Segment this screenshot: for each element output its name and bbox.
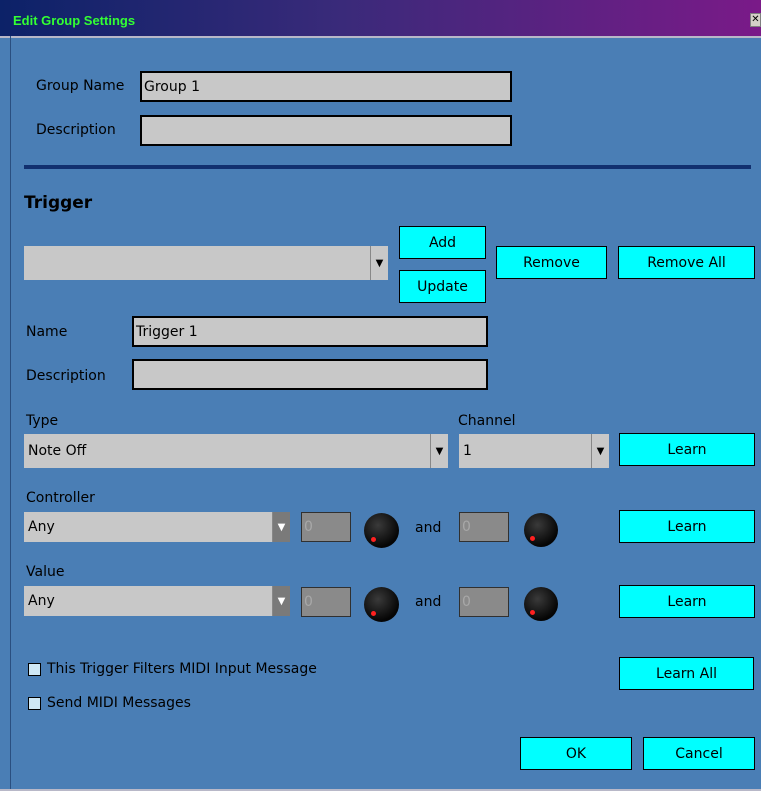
send-midi-checkbox[interactable] (28, 697, 41, 710)
learn-all-button[interactable]: Learn All (619, 657, 754, 690)
channel-learn-button[interactable]: Learn (619, 433, 755, 466)
value-min-knob-icon[interactable] (364, 587, 399, 622)
controller-max-input[interactable]: 0 (459, 512, 509, 542)
section-divider (24, 165, 751, 169)
value-label: Value (26, 564, 65, 580)
group-name-input[interactable]: Group 1 (140, 71, 512, 102)
chevron-down-icon[interactable]: ▼ (272, 512, 290, 542)
chevron-down-icon[interactable]: ▼ (370, 246, 388, 280)
channel-select[interactable]: 1 ▼ (459, 434, 609, 468)
value-max-knob-icon[interactable] (524, 587, 558, 621)
remove-all-button[interactable]: Remove All (618, 246, 755, 279)
controller-learn-button[interactable]: Learn (619, 510, 755, 543)
remove-button[interactable]: Remove (496, 246, 607, 279)
controller-min-input[interactable]: 0 (301, 512, 351, 542)
window-title: Edit Group Settings (13, 13, 136, 28)
value-select-value: Any (28, 593, 55, 609)
group-description-input[interactable] (140, 115, 512, 146)
value-and-label: and (415, 594, 442, 610)
value-max-input[interactable]: 0 (459, 587, 509, 617)
controller-select-value: Any (28, 519, 55, 535)
add-button[interactable]: Add (399, 226, 486, 259)
trigger-description-input[interactable] (132, 359, 488, 390)
filter-midi-checkbox[interactable] (28, 663, 41, 676)
trigger-select[interactable]: ▼ (24, 246, 388, 280)
controller-min-knob-icon[interactable] (364, 513, 399, 548)
trigger-name-label: Name (26, 324, 68, 340)
chevron-down-icon[interactable]: ▼ (591, 434, 609, 468)
frame-top (0, 36, 761, 38)
channel-label: Channel (458, 413, 516, 429)
frame-left (10, 36, 11, 791)
controller-label: Controller (26, 490, 95, 506)
type-select[interactable]: Note Off ▼ (24, 434, 448, 468)
close-icon[interactable]: ✕ (750, 13, 761, 27)
controller-max-knob-icon[interactable] (524, 513, 558, 547)
trigger-name-input[interactable]: Trigger 1 (132, 316, 488, 347)
value-select[interactable]: Any ▼ (24, 586, 290, 616)
cancel-button[interactable]: Cancel (643, 737, 755, 770)
value-learn-button[interactable]: Learn (619, 585, 755, 618)
update-button[interactable]: Update (399, 270, 486, 303)
chevron-down-icon[interactable]: ▼ (272, 586, 290, 616)
trigger-section-title: Trigger (24, 193, 93, 213)
knob-indicator (371, 611, 376, 616)
trigger-description-label: Description (26, 368, 106, 384)
knob-indicator (371, 537, 376, 542)
chevron-down-icon[interactable]: ▼ (430, 434, 448, 468)
group-description-label: Description (36, 122, 116, 138)
type-select-value: Note Off (28, 443, 87, 459)
filter-midi-checkbox-label[interactable]: This Trigger Filters MIDI Input Message (47, 661, 317, 677)
send-midi-checkbox-label[interactable]: Send MIDI Messages (47, 695, 191, 711)
ok-button[interactable]: OK (520, 737, 632, 770)
controller-select[interactable]: Any ▼ (24, 512, 290, 542)
group-name-label: Group Name (36, 78, 125, 94)
value-min-input[interactable]: 0 (301, 587, 351, 617)
type-label: Type (26, 413, 59, 429)
knob-indicator (530, 610, 535, 615)
controller-and-label: and (415, 520, 442, 536)
channel-select-value: 1 (463, 443, 472, 459)
knob-indicator (530, 536, 535, 541)
